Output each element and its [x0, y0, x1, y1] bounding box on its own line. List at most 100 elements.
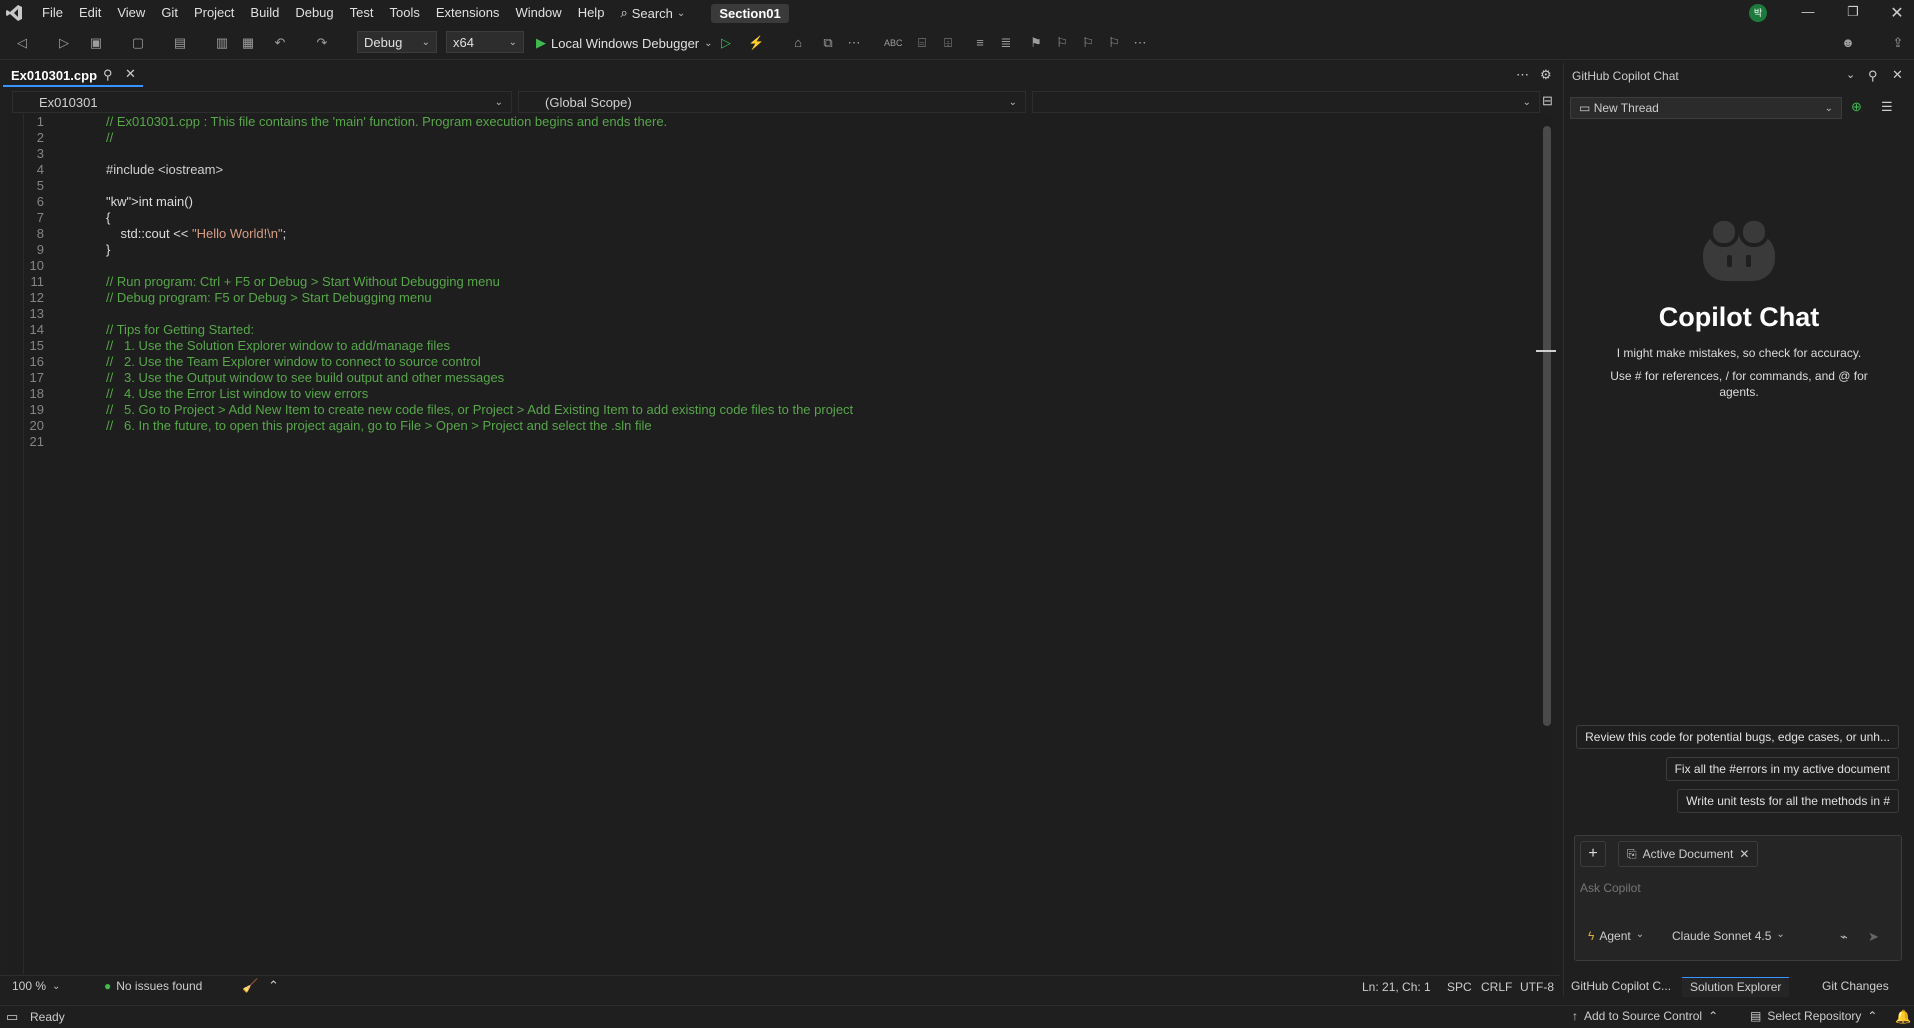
next-bookmark-icon[interactable]: ⚐	[1080, 35, 1096, 51]
scope-dropdown[interactable]: (Global Scope) ⌄	[518, 91, 1026, 113]
start-without-debugging-icon[interactable]: ▷	[718, 35, 734, 51]
line-ending-indicator[interactable]: CRLF	[1481, 980, 1512, 994]
prev-bookmark-icon[interactable]: ⚐	[1054, 35, 1070, 51]
code-line: 9}	[8, 242, 1538, 258]
open-icon[interactable]: ▤	[172, 35, 188, 51]
tab-solution-explorer[interactable]: Solution Explorer	[1682, 977, 1790, 997]
chevron-up-icon: ⌃	[1708, 1009, 1719, 1023]
platform-select[interactable]: x64 ⌄	[446, 31, 524, 53]
menu-project[interactable]: Project	[186, 0, 242, 26]
menu-help[interactable]: Help	[570, 0, 613, 26]
line-number: 4	[36, 162, 44, 177]
editor-tab-bar	[0, 63, 1560, 87]
add-to-source-control[interactable]: ↑ Add to Source Control ⌃	[1572, 1009, 1718, 1023]
ask-copilot-input[interactable]	[1580, 878, 1896, 898]
restore-button[interactable]: ❐	[1845, 4, 1861, 20]
zoom-select[interactable]: 100 % ⌄	[12, 979, 60, 993]
save-all-icon[interactable]: ▦	[240, 35, 256, 51]
overflow-icon[interactable]: ⋯	[1132, 35, 1148, 51]
share-icon[interactable]: ⇪	[1890, 35, 1906, 51]
pin-icon[interactable]: ⚲	[103, 67, 113, 83]
menu-tools[interactable]: Tools	[381, 0, 427, 26]
mode-select[interactable]: ϟ Agent ⌄	[1588, 929, 1644, 943]
account-avatar[interactable]: 박	[1749, 4, 1767, 22]
close-icon[interactable]: ✕	[125, 66, 136, 82]
suggestion-review[interactable]: Review this code for potential bugs, edg…	[1576, 725, 1899, 749]
code-line: 6 "kw">int main()	[8, 194, 1538, 210]
gear-icon[interactable]: ⚙	[1540, 67, 1552, 83]
chevron-up-icon[interactable]: ⌃	[268, 978, 279, 994]
comment-icon[interactable]: ⌸	[914, 35, 930, 51]
menu-build[interactable]: Build	[242, 0, 287, 26]
undo-icon[interactable]: ↶	[272, 35, 288, 51]
indent-icon[interactable]: ≣	[998, 35, 1014, 51]
active-document-chip[interactable]: ⎘ Active Document ✕	[1618, 841, 1759, 867]
new-project-icon[interactable]: ▣	[88, 35, 104, 51]
new-thread-icon[interactable]: ⊕	[1851, 99, 1862, 115]
broom-icon[interactable]: 🧹	[242, 978, 258, 994]
attach-icon[interactable]: ⌁	[1840, 929, 1848, 945]
bookmark-icon[interactable]: ⚑	[1028, 35, 1044, 51]
code-line: 1 // Ex010301.cpp : This file contains th…	[8, 114, 1538, 130]
member-dropdown[interactable]: ⌄	[1032, 91, 1540, 113]
configuration-select[interactable]: Debug ⌄	[357, 31, 437, 53]
vertical-scrollbar[interactable]	[1543, 126, 1551, 726]
code-line: 2 //	[8, 130, 1538, 146]
redo-icon[interactable]: ↷	[314, 35, 330, 51]
cursor-position[interactable]: Ln: 21, Ch: 1	[1362, 980, 1431, 994]
new-file-icon[interactable]: ▢	[130, 35, 146, 51]
tab-github-copilot[interactable]: GitHub Copilot C...	[1563, 977, 1679, 997]
forward-icon[interactable]: ▷	[56, 35, 72, 51]
notification-bell-icon[interactable]: 🔔	[1895, 1009, 1911, 1025]
menu-debug[interactable]: Debug	[287, 0, 341, 26]
tab-overflow-icon[interactable]: ⋯	[1516, 67, 1529, 83]
split-editor-icon[interactable]: ⊟	[1542, 93, 1553, 109]
pin-icon[interactable]: ⚲	[1868, 68, 1878, 84]
project-dropdown[interactable]: Ex010301 ⌄	[12, 91, 512, 113]
tab-git-changes[interactable]: Git Changes	[1814, 977, 1897, 997]
code-line: 20 // 6. In the future, to open this proj…	[8, 418, 1538, 434]
tab-ex010301-cpp[interactable]: Ex010301.cpp ⚲ ✕	[3, 63, 143, 87]
windows-icon[interactable]: ⧉	[820, 35, 836, 51]
send-icon[interactable]: ➤	[1868, 929, 1879, 945]
close-window-button[interactable]: ✕	[1889, 3, 1905, 22]
overflow-icon[interactable]: ⋯	[846, 35, 862, 51]
search-box[interactable]: ⌕ Search ⌄	[612, 5, 693, 21]
clear-bookmark-icon[interactable]: ⚐	[1106, 35, 1122, 51]
menu-extensions[interactable]: Extensions	[428, 0, 508, 26]
save-icon[interactable]: ▥	[214, 35, 230, 51]
code-line: 14 // Tips for Getting Started:	[8, 322, 1538, 338]
menu-git[interactable]: Git	[153, 0, 186, 26]
line-number: 7	[36, 210, 44, 225]
chevron-down-icon[interactable]: ⌄	[1846, 68, 1855, 81]
menu-file[interactable]: File	[34, 0, 71, 26]
close-icon[interactable]: ✕	[1892, 67, 1903, 83]
select-repository[interactable]: ▤ Select Repository ⌃	[1750, 1009, 1877, 1023]
thread-select[interactable]: ▭ New Thread ⌄	[1570, 97, 1842, 119]
spellcheck-icon[interactable]: ABC	[884, 35, 903, 51]
close-icon[interactable]: ✕	[1739, 847, 1749, 861]
whitespace-indicator[interactable]: SPC	[1447, 980, 1472, 994]
back-icon[interactable]: ◁	[14, 35, 30, 51]
encoding-indicator[interactable]: UTF-8	[1520, 980, 1554, 994]
model-select[interactable]: Claude Sonnet 4.5 ⌄	[1672, 929, 1785, 943]
issues-indicator[interactable]: ● No issues found	[104, 979, 202, 993]
hot-reload-icon[interactable]: ⚡	[748, 35, 764, 51]
suggestion-fix-errors[interactable]: Fix all the #errors in my active documen…	[1665, 757, 1899, 781]
outdent-icon[interactable]: ≡	[972, 35, 988, 51]
menu-test[interactable]: Test	[342, 0, 382, 26]
uncomment-icon[interactable]: ⌹	[940, 35, 956, 51]
line-text: }	[106, 242, 111, 257]
copilot-icon[interactable]: ☻	[1840, 35, 1856, 51]
add-context-button[interactable]: +	[1580, 841, 1606, 867]
menu-view[interactable]: View	[109, 0, 153, 26]
menu-edit[interactable]: Edit	[71, 0, 109, 26]
thread-list-icon[interactable]: ☰	[1881, 99, 1893, 115]
start-debugging-button[interactable]: ▶ Local Windows Debugger ⌄	[536, 33, 713, 53]
output-icon[interactable]: ▭	[6, 1009, 18, 1025]
suggestion-unit-tests[interactable]: Write unit tests for all the methods in …	[1677, 789, 1899, 813]
menu-window[interactable]: Window	[507, 0, 569, 26]
folder-icon[interactable]: ⌂	[790, 35, 806, 51]
repository-icon: ▤	[1750, 1009, 1762, 1023]
minimize-button[interactable]: —	[1800, 4, 1816, 20]
